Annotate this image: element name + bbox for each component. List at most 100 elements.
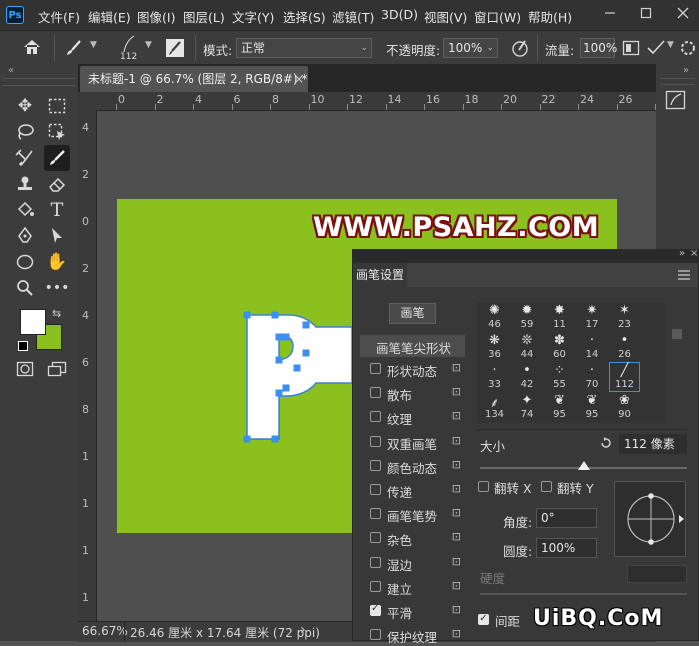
size-slider-handle[interactable] [577, 461, 590, 470]
document-tab[interactable]: 未标题-1 @ 66.7% (图层 2, RGB/8#) * × [80, 66, 308, 92]
brush-preset-chevron-icon[interactable]: ▼ [145, 40, 152, 50]
lock-icon[interactable]: ⊡ [452, 385, 461, 398]
toolbar-grip[interactable] [2, 78, 76, 86]
brush-tip-item[interactable]: ╱ 112 [609, 362, 640, 392]
tip-grid-scroll-thumb[interactable] [672, 329, 682, 339]
brush-tip-item[interactable]: ❦ 95 [577, 392, 608, 422]
brush-option-checkbox[interactable] [370, 459, 381, 471]
pen-tool-icon[interactable] [12, 223, 38, 249]
brush-option-item[interactable]: 散布 ⊡ [360, 382, 465, 404]
brush-tip-grid[interactable]: ✺ 46 ✹ 59 ✸ 11 ✷ 17 ✶ 23 ❋ 36 ❊ 44 ✽ 60 · 14 • 26 · 33 • 42 ⁘ 55 ·… [477, 302, 665, 423]
brush-settings-tab[interactable]: 画笔设置 [353, 263, 407, 289]
flow-field[interactable]: 100% [580, 38, 617, 58]
brush-tip-item[interactable]: • 26 [609, 332, 640, 362]
brush-option-checkbox[interactable] [370, 508, 381, 520]
brush-tip-item[interactable]: ✺ 46 [479, 302, 510, 332]
brush-tip-item[interactable]: ⸙ 134 [479, 392, 510, 422]
brush-option-checkbox[interactable] [370, 387, 381, 399]
hand-tool-icon[interactable]: ✋ [44, 249, 70, 275]
brush-option-checkbox[interactable] [370, 435, 381, 447]
panel-menu-icon[interactable] [678, 270, 690, 280]
brush-option-item[interactable]: 传递 ⊡ [360, 479, 465, 501]
brush-option-checkbox[interactable] [370, 629, 381, 641]
stamp-tool-icon[interactable] [12, 171, 38, 197]
brush-option-item[interactable]: 建立 ⊡ [360, 576, 465, 598]
angle-roundness-widget[interactable] [614, 481, 686, 557]
brush-tip-item[interactable]: ✦ 74 [512, 392, 543, 422]
menu-type[interactable]: 文字(Y) [232, 7, 274, 26]
more-tools-icon[interactable]: ••• [44, 275, 70, 301]
flip-x-checkbox[interactable] [478, 481, 489, 492]
brush-option-item[interactable]: 平滑 ⊡ [360, 600, 465, 622]
brush-tip-item[interactable]: ❊ 44 [512, 332, 543, 362]
path-select-tool-icon[interactable] [44, 223, 70, 249]
brush-option-item[interactable]: 保护纹理 ⊡ [360, 624, 465, 646]
menu-file[interactable]: 文件(F) [38, 7, 80, 26]
panel-title-strip[interactable]: » × [352, 248, 699, 263]
brush-option-item[interactable]: 形状动态 ⊡ [360, 358, 465, 380]
brush-tip-item[interactable]: ✶ 23 [609, 302, 640, 332]
brush-option-checkbox[interactable] [370, 532, 381, 544]
flip-y-checkbox[interactable] [541, 481, 552, 492]
brush-tip-item[interactable]: ❀ 90 [609, 392, 640, 422]
menu-layer[interactable]: 图层(L) [183, 7, 225, 26]
lock-icon[interactable]: ⊡ [452, 409, 461, 422]
lock-icon[interactable]: ⊡ [452, 434, 461, 447]
size-field[interactable]: 112 像素 [619, 434, 687, 454]
collapse-panel-icon[interactable]: » [679, 248, 685, 259]
menu-view[interactable]: 视图(V) [424, 7, 467, 26]
zoom-tool-icon[interactable] [12, 275, 38, 301]
angle-field[interactable]: 0° [536, 508, 597, 528]
screen-mode-icon[interactable] [47, 361, 67, 377]
brush-option-item[interactable]: 画笔笔势 ⊡ [360, 503, 465, 525]
default-colors-icon[interactable] [18, 341, 28, 351]
expand-arrows-icon[interactable]: » [683, 65, 689, 76]
minimize-icon[interactable] [603, 6, 617, 20]
tip-grid-scrollbar[interactable] [667, 302, 687, 423]
airbrush-icon[interactable] [622, 40, 640, 56]
collapse-arrows-icon[interactable]: « [8, 65, 14, 76]
eraser-tool-icon[interactable] [44, 171, 70, 197]
brush-option-checkbox[interactable] [370, 580, 381, 592]
menu-image[interactable]: 图像(I) [137, 7, 175, 26]
crop-eyedropper-tool-icon[interactable] [12, 145, 38, 171]
foreground-color-swatch[interactable] [20, 309, 46, 335]
lock-icon[interactable]: ⊡ [452, 603, 461, 616]
brush-tip-item[interactable]: ⁘ 55 [544, 362, 575, 392]
ellipse-tool-icon[interactable] [12, 249, 38, 275]
brush-option-item[interactable]: 湿边 ⊡ [360, 552, 465, 574]
smoothing-icon[interactable] [646, 39, 666, 57]
type-tool-icon[interactable]: T [44, 197, 70, 223]
brush-tool-icon[interactable] [44, 145, 70, 171]
brush-option-item[interactable]: 颜色动态 ⊡ [360, 455, 465, 477]
object-select-tool-icon[interactable] [44, 119, 70, 145]
brush-tip-shape-item[interactable]: 画笔笔尖形状 [360, 335, 465, 357]
brush-tip-item[interactable]: · 70 [577, 362, 608, 392]
spacing-checkbox[interactable]: ✓ [478, 614, 489, 625]
menu-edit[interactable]: 编辑(E) [88, 7, 131, 26]
opacity-field[interactable]: 100% ⌄ [443, 38, 498, 58]
pressure-opacity-icon[interactable] [510, 38, 530, 58]
menu-help[interactable]: 帮助(H) [528, 7, 572, 26]
menu-window[interactable]: 窗口(W) [474, 7, 521, 26]
brush-tip-item[interactable]: ✸ 11 [544, 302, 575, 332]
brush-option-item[interactable]: 双重画笔 ⊡ [360, 431, 465, 453]
move-tool-icon[interactable]: ✥ [12, 93, 38, 119]
close-panel-icon[interactable]: × [690, 248, 698, 259]
brush-tip-item[interactable]: • 42 [512, 362, 543, 392]
lock-icon[interactable]: ⊡ [452, 530, 461, 543]
brush-option-checkbox[interactable] [370, 556, 381, 568]
lock-icon[interactable]: ⊡ [452, 579, 461, 592]
brush-settings-toggle-icon[interactable] [165, 38, 185, 58]
menu-filter[interactable]: 滤镜(T) [332, 7, 374, 26]
status-menu-arrow-icon[interactable]: › [300, 622, 306, 638]
zoom-level[interactable]: 66.67% [82, 624, 128, 638]
restore-icon[interactable] [639, 6, 653, 20]
brush-tip-item[interactable]: ❦ 95 [544, 392, 575, 422]
brush-option-checkbox[interactable] [370, 363, 381, 374]
quick-mask-icon[interactable] [16, 361, 34, 377]
hardness-field[interactable] [627, 565, 687, 583]
brush-option-item[interactable]: 杂色 ⊡ [360, 527, 465, 549]
chevron-down-icon[interactable]: ▼ [90, 40, 97, 50]
chevron-down-icon[interactable]: ▼ [667, 40, 674, 50]
